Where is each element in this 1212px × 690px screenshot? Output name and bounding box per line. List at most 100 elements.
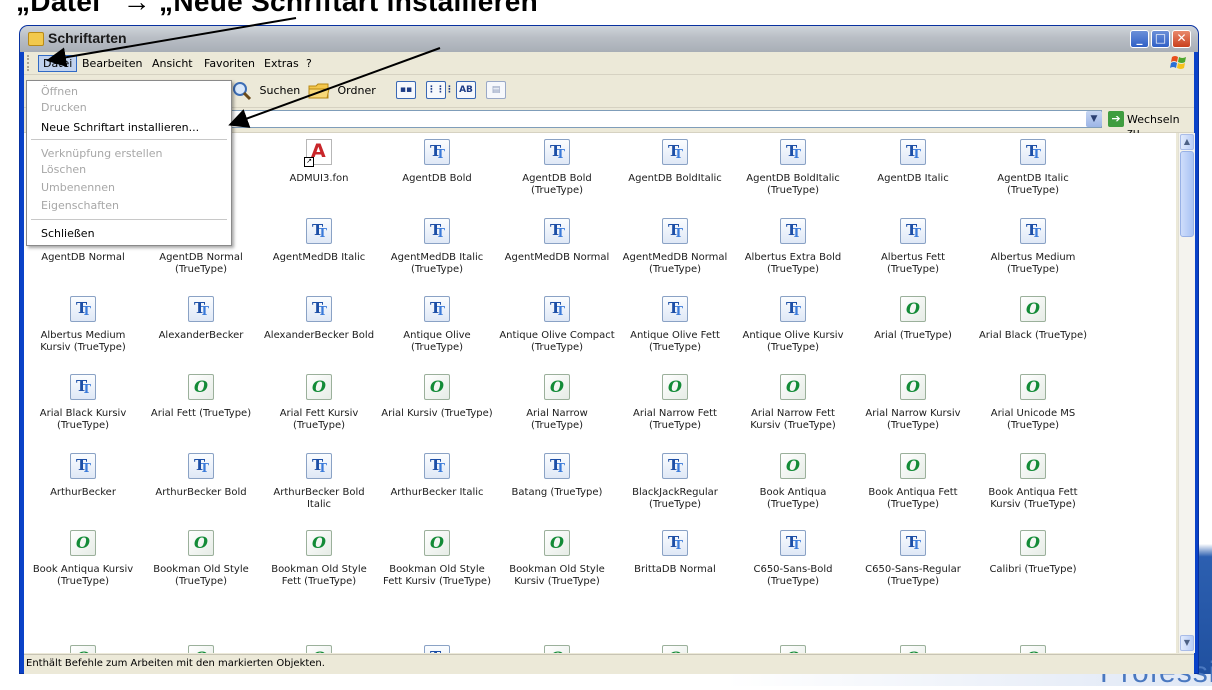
truetype-font-icon — [780, 139, 806, 165]
font-file-item-partial[interactable] — [854, 645, 972, 653]
go-arrow-icon[interactable]: ➔ — [1108, 111, 1124, 127]
folders-button[interactable]: Ordner — [308, 81, 376, 101]
font-file-item[interactable]: AlexanderBecker — [142, 296, 260, 342]
font-file-item-partial[interactable] — [734, 645, 852, 653]
opentype-font-icon — [544, 645, 570, 653]
font-file-item[interactable]: Book Antiqua Fett (TrueType) — [854, 453, 972, 511]
font-file-label: AgentDB Italic (TrueType) — [997, 173, 1069, 196]
font-file-item-partial[interactable] — [498, 645, 616, 653]
font-file-item[interactable]: Albertus Extra Bold (TrueType) — [734, 218, 852, 276]
font-file-item-partial[interactable] — [974, 645, 1092, 653]
opentype-font-icon — [306, 374, 332, 400]
font-file-item[interactable]: ArthurBecker Bold — [142, 453, 260, 499]
font-file-item[interactable]: AgentMedDB Italic — [260, 218, 378, 264]
font-file-item[interactable]: Arial Narrow (TrueType) — [498, 374, 616, 432]
font-file-item[interactable]: C650-Sans-Bold (TrueType) — [734, 530, 852, 588]
font-file-item[interactable]: Albertus Fett (TrueType) — [854, 218, 972, 276]
font-file-item[interactable]: Albertus Medium (TrueType) — [974, 218, 1092, 276]
menu-favoriten[interactable]: Favoriten — [200, 56, 259, 71]
menu-help[interactable]: ? — [302, 56, 316, 71]
font-file-item[interactable]: Arial Black Kursiv (TrueType) — [24, 374, 142, 432]
vertical-scrollbar[interactable]: ▲ ▼ — [1178, 133, 1195, 653]
font-file-item[interactable]: ArthurBecker — [24, 453, 142, 499]
font-file-item-partial[interactable] — [616, 645, 734, 653]
view-similarity-button[interactable]: AB — [456, 81, 476, 99]
opentype-font-icon — [188, 645, 214, 653]
menu-datei[interactable]: Datei — [38, 55, 78, 72]
font-file-item[interactable]: Arial Unicode MS (TrueType) — [974, 374, 1092, 432]
font-file-item-partial[interactable] — [260, 645, 378, 653]
font-file-item[interactable]: Arial Black (TrueType) — [974, 296, 1092, 342]
font-file-item[interactable]: AgentDB BoldItalic — [616, 139, 734, 185]
menu-print[interactable]: Drucken — [41, 101, 87, 114]
font-file-item[interactable]: Calibri (TrueType) — [974, 530, 1092, 576]
font-file-item[interactable]: AgentDB Italic — [854, 139, 972, 185]
font-file-item[interactable]: Book Antiqua (TrueType) — [734, 453, 852, 511]
font-file-label: Arial Black Kursiv (TrueType) — [39, 408, 127, 431]
font-file-item[interactable]: AgentMedDB Normal — [498, 218, 616, 264]
font-file-item[interactable]: ArthurBecker Bold Italic — [260, 453, 378, 511]
search-button[interactable]: Suchen — [232, 81, 300, 101]
chevron-down-icon[interactable]: ▼ — [1086, 111, 1102, 127]
font-file-item[interactable]: Albertus Medium Kursiv (TrueType) — [24, 296, 142, 354]
menu-open[interactable]: Öffnen — [41, 85, 78, 98]
font-file-item[interactable]: Book Antiqua Kursiv (TrueType) — [24, 530, 142, 588]
font-file-item[interactable]: Arial Narrow Fett Kursiv (TrueType) — [734, 374, 852, 432]
font-file-item[interactable]: Arial Kursiv (TrueType) — [378, 374, 496, 420]
scroll-up-arrow[interactable]: ▲ — [1180, 134, 1194, 150]
font-file-item[interactable]: Arial Fett Kursiv (TrueType) — [260, 374, 378, 432]
menu-install-font[interactable]: Neue Schriftart installieren... — [41, 121, 199, 134]
menu-bearbeiten[interactable]: Bearbeiten — [78, 56, 146, 71]
font-file-item-partial[interactable] — [378, 645, 496, 653]
font-file-item-partial[interactable] — [24, 645, 142, 653]
font-file-item[interactable]: Antique Olive Compact (TrueType) — [498, 296, 616, 354]
font-file-item[interactable]: ArthurBecker Italic — [378, 453, 496, 499]
font-file-item[interactable]: Arial (TrueType) — [854, 296, 972, 342]
view-thumbnails-button[interactable]: ▪▪ — [396, 81, 416, 99]
font-file-item[interactable]: Bookman Old Style Fett Kursiv (TrueType) — [378, 530, 496, 588]
menu-create-shortcut[interactable]: Verknüpfung erstellen — [41, 147, 163, 160]
font-file-item[interactable]: Antique Olive (TrueType) — [378, 296, 496, 354]
font-file-item[interactable]: AgentDB Italic (TrueType) — [974, 139, 1092, 197]
font-file-item[interactable]: AgentMedDB Italic (TrueType) — [378, 218, 496, 276]
font-file-item[interactable]: Arial Narrow Kursiv (TrueType) — [854, 374, 972, 432]
truetype-font-icon — [424, 296, 450, 322]
font-file-item[interactable]: Antique Olive Kursiv (TrueType) — [734, 296, 852, 354]
font-file-item[interactable]: Bookman Old Style Fett (TrueType) — [260, 530, 378, 588]
font-file-item[interactable]: AgentDB BoldItalic (TrueType) — [734, 139, 852, 197]
font-file-item[interactable]: C650-Sans-Regular (TrueType) — [854, 530, 972, 588]
opentype-font-icon — [424, 530, 450, 556]
menu-ansicht[interactable]: Ansicht — [148, 56, 197, 71]
minimize-button[interactable]: _ — [1130, 30, 1149, 48]
font-file-item[interactable]: ↗ ADMUI3.fon — [260, 139, 378, 185]
opentype-font-icon — [1020, 296, 1046, 322]
opentype-font-icon — [1020, 453, 1046, 479]
font-file-item[interactable]: Batang (TrueType) — [498, 453, 616, 499]
view-list-button[interactable]: ⋮⋮⋮ — [426, 81, 454, 99]
font-file-item[interactable]: Book Antiqua Fett Kursiv (TrueType) — [974, 453, 1092, 511]
scroll-down-arrow[interactable]: ▼ — [1180, 635, 1194, 651]
title-bar[interactable]: Schriftarten _ □ ✕ — [20, 26, 1198, 52]
font-file-item[interactable]: Arial Narrow Fett (TrueType) — [616, 374, 734, 432]
menu-rename[interactable]: Umbenennen — [41, 181, 115, 194]
font-file-item[interactable]: Arial Fett (TrueType) — [142, 374, 260, 420]
font-file-item-partial[interactable] — [142, 645, 260, 653]
font-file-item[interactable]: BlackJackRegular (TrueType) — [616, 453, 734, 511]
maximize-button[interactable]: □ — [1151, 30, 1170, 48]
menu-extras[interactable]: Extras — [260, 56, 303, 71]
menu-close[interactable]: Schließen — [41, 227, 95, 240]
view-details-button[interactable]: ▤ — [486, 81, 506, 99]
font-file-item[interactable]: AlexanderBecker Bold — [260, 296, 378, 342]
font-file-item[interactable]: BrittaDB Normal — [616, 530, 734, 576]
font-file-item[interactable]: AgentMedDB Normal (TrueType) — [616, 218, 734, 276]
font-file-item[interactable]: AgentDB Bold — [378, 139, 496, 185]
font-file-item[interactable]: Antique Olive Fett (TrueType) — [616, 296, 734, 354]
close-button[interactable]: ✕ — [1172, 30, 1191, 48]
scroll-thumb[interactable] — [1180, 151, 1194, 237]
font-file-item[interactable]: Bookman Old Style (TrueType) — [142, 530, 260, 588]
font-file-item[interactable]: AgentDB Bold (TrueType) — [498, 139, 616, 197]
font-file-item[interactable]: Bookman Old Style Kursiv (TrueType) — [498, 530, 616, 588]
menu-properties[interactable]: Eigenschaften — [41, 199, 119, 212]
truetype-font-icon — [544, 453, 570, 479]
menu-delete[interactable]: Löschen — [41, 163, 86, 176]
